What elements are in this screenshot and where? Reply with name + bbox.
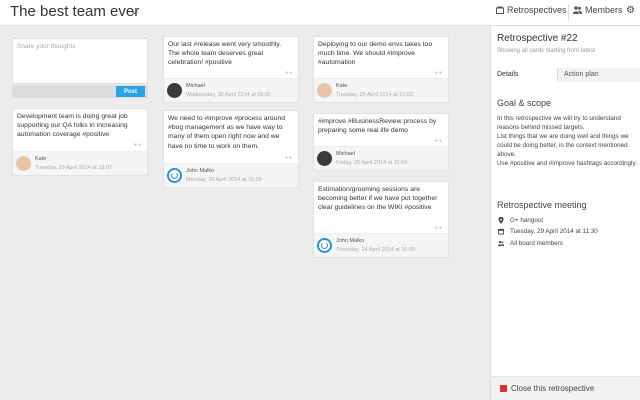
close-label: Close this retrospective [511, 384, 595, 393]
goal-line: List things that we are doing well and t… [497, 133, 629, 159]
card-dots-icon[interactable]: ●● [435, 138, 443, 144]
meeting-attendees: All board members [498, 240, 563, 247]
panel-footer: Close this retrospective [491, 376, 640, 400]
location-pin-icon [498, 217, 504, 224]
card-text: Estimation/grooming sessions are becomin… [318, 186, 438, 212]
card-author: Kate [35, 156, 47, 162]
members-icon [498, 240, 504, 247]
card-footer: Michael Friday, 25 April 2014 at 11:04 [314, 146, 448, 170]
retrospectives-icon [496, 6, 504, 14]
goal-line: Use #positive and #improve hashtags acco… [497, 160, 637, 168]
thought-composer [12, 38, 148, 84]
card-text: Development team is doing great job supp… [17, 113, 128, 139]
card[interactable]: Deploying to our demo envs takes too muc… [313, 36, 449, 103]
card-author: Michael [186, 83, 205, 89]
location-text: G+ hangout [510, 217, 544, 224]
card-author: John Malko [336, 238, 365, 244]
goal-line: In this retrospective we will try to und… [497, 115, 621, 132]
avatar [167, 83, 182, 98]
card-dots-icon[interactable]: ●● [285, 155, 293, 161]
header-divider [568, 4, 569, 21]
panel-tabs: Details Action plan [491, 68, 640, 82]
card[interactable]: Development team is doing great job supp… [12, 108, 148, 176]
calendar-icon [498, 228, 504, 235]
card-date: Tuesday, 29 April 2014 at 21:03 [336, 92, 414, 98]
card[interactable]: #improve #BusinessReview process by prep… [313, 113, 449, 171]
attendees-text: All board members [510, 240, 563, 247]
card-author: Kate [336, 83, 348, 89]
members-button[interactable]: Members [573, 5, 623, 15]
card-date: Monday, 28 April 2014 at 16:09 [186, 177, 262, 183]
tab-action-plan[interactable]: Action plan [558, 68, 640, 82]
board-title[interactable]: The best team ever [10, 3, 139, 20]
card-text: Deploying to our demo envs takes too muc… [318, 41, 433, 67]
top-bar: The best team ever ⌄ Retrospectives Memb… [0, 0, 640, 26]
card-dots-icon[interactable]: ●● [435, 225, 443, 231]
card-text: #improve #BusinessReview process by prep… [318, 118, 437, 135]
tab-details[interactable]: Details [491, 68, 558, 82]
gear-icon[interactable]: ⚙ [626, 5, 635, 16]
meeting-location: G+ hangout [498, 217, 543, 224]
card-footer: Kate Tuesday, 29 April 2014 at 21:03 [314, 78, 448, 102]
card-text: Our last #release went very smoothly. Th… [168, 41, 282, 67]
composer-footer: Post [12, 85, 148, 98]
card-date: Tuesday, 29 April 2014 at 18:07 [35, 165, 113, 171]
card-date: Wednesday, 30 April 2014 at 09:05 [186, 92, 272, 98]
avatar [167, 168, 182, 183]
card-footer: Michael Wednesday, 30 April 2014 at 09:0… [164, 78, 298, 102]
card-footer: Kate Tuesday, 29 April 2014 at 18:07 [13, 151, 147, 175]
card-dots-icon[interactable]: ●● [134, 142, 142, 148]
avatar [317, 151, 332, 166]
avatar [317, 83, 332, 98]
meeting-title: Retrospective meeting [497, 200, 587, 210]
card-dots-icon[interactable]: ●● [435, 70, 443, 76]
card-author: Michael [336, 151, 355, 157]
goal-description: In this retrospective we will try to und… [497, 114, 639, 169]
card-footer: John Malko Thursday, 24 April 2014 at 16… [314, 233, 448, 257]
retrospective-panel: Retrospective #22 Showing all cards star… [490, 26, 640, 400]
avatar [317, 238, 332, 253]
retrospectives-button[interactable]: Retrospectives [496, 5, 567, 15]
members-icon [573, 6, 582, 14]
thought-input[interactable] [13, 39, 147, 83]
close-retrospective-button[interactable]: Close this retrospective [500, 384, 594, 393]
card-dots-icon[interactable]: ●● [285, 70, 293, 76]
card-author: John Malko [186, 168, 215, 174]
retrospective-subtitle: Showing all cards starting from latest [497, 48, 596, 54]
card[interactable]: We need to #improve #process around #bug… [163, 110, 299, 188]
card-date: Thursday, 24 April 2014 at 16:09 [336, 247, 416, 253]
chevron-down-icon[interactable]: ⌄ [128, 4, 141, 17]
avatar [16, 156, 31, 171]
post-button[interactable]: Post [116, 86, 145, 97]
card-footer: John Malko Monday, 28 April 2014 at 16:0… [164, 163, 298, 187]
goal-title: Goal & scope [497, 98, 552, 108]
card-text: We need to #improve #process around #bug… [168, 115, 286, 150]
meeting-datetime: Tuesday, 29 April 2014 at 11:30 [498, 228, 598, 235]
close-square-icon [500, 385, 507, 392]
retrospective-title: Retrospective #22 [497, 33, 578, 44]
card-date: Friday, 25 April 2014 at 11:04 [336, 160, 408, 166]
retrospectives-label: Retrospectives [507, 5, 567, 15]
members-label: Members [585, 5, 623, 15]
card[interactable]: Our last #release went very smoothly. Th… [163, 36, 299, 103]
card[interactable]: Estimation/grooming sessions are becomin… [313, 181, 449, 258]
datetime-text: Tuesday, 29 April 2014 at 11:30 [510, 228, 598, 235]
